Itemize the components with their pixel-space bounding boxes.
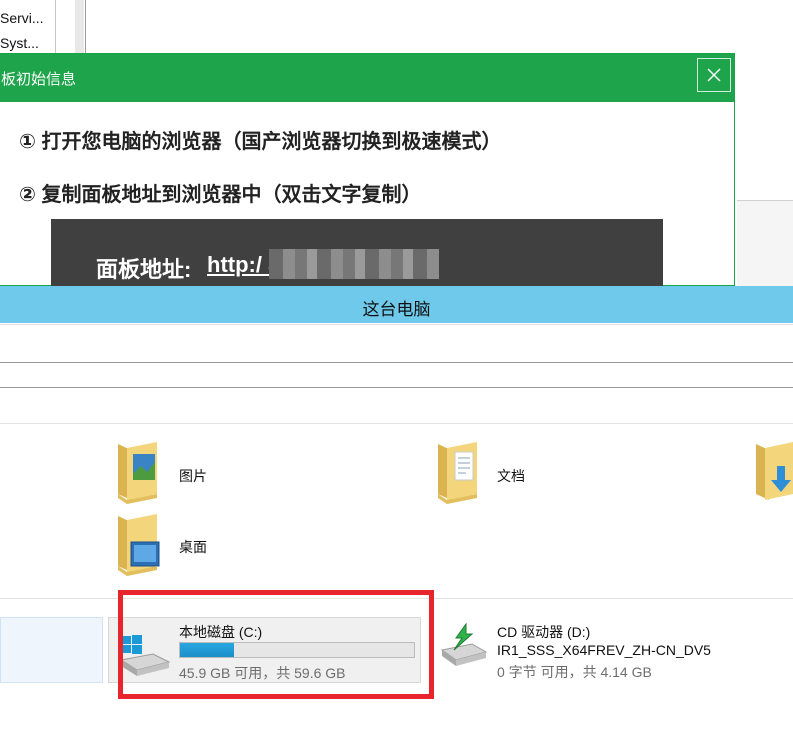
panel-address-box: 面板地址: http:/ 3888/GxJMRXIA: [51, 219, 663, 289]
selected-tile[interactable]: [0, 617, 103, 683]
downloads-folder-icon: [756, 442, 793, 500]
list-item[interactable]: Servi...: [0, 10, 44, 26]
step-open-browser: ① 打开您电脑的浏览器（国产浏览器切换到极速模式）: [19, 131, 502, 153]
ribbon-divider: [0, 324, 793, 325]
drive-volume-label: IR1_SSS_X64FREV_ZH-CN_DV5: [497, 642, 711, 658]
close-button[interactable]: [697, 58, 731, 92]
list-column: [0, 0, 56, 60]
documents-folder-icon: [438, 442, 477, 504]
scrollbar[interactable]: [75, 0, 84, 60]
highlight-box: [118, 590, 434, 699]
dialog-header: 板初始信息: [0, 54, 734, 102]
folder-downloads[interactable]: [751, 440, 793, 509]
panel-address-label: 面板地址:: [96, 257, 192, 282]
content-divider: [0, 423, 793, 424]
background-list-window: Servi... Syst...: [0, 0, 86, 60]
pictures-folder-icon: [118, 442, 157, 504]
address-bar-bottom: [0, 387, 793, 388]
folder-desktop[interactable]: [113, 512, 163, 581]
address-bar-top: [0, 362, 793, 363]
close-icon: [707, 68, 721, 82]
folder-documents[interactable]: [433, 440, 483, 509]
cd-drive-icon: [440, 622, 488, 666]
panel-info-dialog: 板初始信息 ① 打开您电脑的浏览器（国产浏览器切换到极速模式） ② 复制面板地址…: [0, 53, 735, 289]
dialog-title: 板初始信息: [1, 71, 77, 88]
list-item[interactable]: Syst...: [0, 35, 39, 51]
window-title: 这台电脑: [362, 300, 431, 319]
drive-name: CD 驱动器 (D:): [497, 624, 591, 640]
explorer-titlebar: 这台电脑: [0, 286, 793, 323]
background-panel: [737, 200, 793, 287]
folder-label: 图片: [179, 468, 207, 484]
folder-label: 文档: [497, 468, 525, 484]
drive-free-space: 0 字节 可用，共 4.14 GB: [497, 664, 652, 680]
folder-pictures[interactable]: [113, 440, 163, 509]
drive-d-tile[interactable]: [436, 620, 490, 675]
step-copy-address: ② 复制面板地址到浏览器中（双击文字复制）: [19, 184, 422, 206]
folder-label: 桌面: [179, 539, 207, 555]
desktop-folder-icon: [118, 514, 160, 576]
redacted-region: [269, 249, 439, 279]
